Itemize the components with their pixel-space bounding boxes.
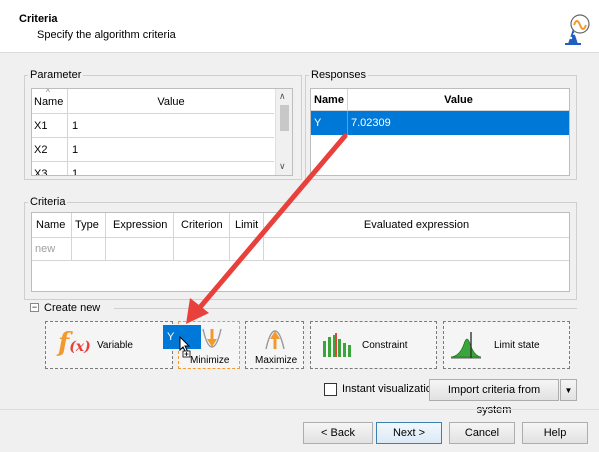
page-title: Criteria [19,13,58,25]
column-divider [67,162,68,175]
parameter-group-label: Parameter [28,69,84,81]
wizard-header: Criteria Specify the algorithm criteria [0,0,599,53]
new-row-placeholder: new [35,243,56,255]
maximize-icon [265,330,285,350]
chevron-down-icon: ▼ [564,386,573,395]
cursor-icon [179,336,191,358]
minimize-label: Minimize [190,355,230,366]
param-value-cell[interactable]: 1 [72,168,78,175]
maximize-tile[interactable]: Maximize [245,321,304,369]
create-new-label: Create new [44,302,101,314]
param-value-cell[interactable]: 1 [72,144,78,156]
limit-state-icon [450,332,482,359]
param-value-cell[interactable]: 1 [72,120,78,132]
instant-visualization-label: Instant visualization [342,383,438,395]
column-header-name[interactable]: Name [36,219,65,231]
param-name-cell: X3 [34,168,48,176]
responses-table[interactable]: Name Value Y 7.02309 [310,88,570,176]
limit-state-tile[interactable]: Limit state [443,321,570,369]
column-header-evaluated-expression[interactable]: Evaluated expression [264,219,569,231]
column-divider [67,114,68,138]
constraint-icon [323,333,351,357]
param-name-cell: X2 [34,144,48,156]
scroll-up-icon[interactable]: ∧ [279,91,286,102]
table-row[interactable]: X2 1 [32,137,274,162]
column-divider [347,111,348,135]
responses-table-header: Name Value [311,89,569,111]
collapse-toggle[interactable]: − [30,303,39,312]
import-dropdown-button[interactable]: ▼ [560,379,577,401]
column-divider [67,138,68,162]
back-button[interactable]: < Back [303,422,373,444]
criteria-table[interactable]: Name Type Expression Criterion Limit Eva… [31,212,570,292]
response-name-cell: Y [314,117,322,129]
column-header-expression[interactable]: Expression [113,219,167,231]
minimize-icon [202,328,222,348]
scroll-down-icon[interactable]: ∨ [279,161,286,172]
parameter-table[interactable]: ^ Name Value X1 1 X2 1 X3 1 ∧ ∨ [31,88,293,176]
table-row[interactable]: X3 1 [32,161,274,176]
function-icon: f(x) [58,328,91,358]
param-name-cell: X1 [34,120,48,132]
wizard-logo-icon [565,14,590,45]
limit-state-label: Limit state [494,340,540,351]
constraint-label: Constraint [362,340,408,351]
column-header-name[interactable]: Name [314,94,344,106]
page-subtitle: Specify the algorithm criteria [37,29,176,41]
instant-visualization-checkbox[interactable] [324,383,337,396]
column-header-limit[interactable]: Limit [235,219,258,231]
criteria-table-header: Name Type Expression Criterion Limit Eva… [32,213,569,261]
column-header-value[interactable]: Value [68,96,274,108]
column-header-name[interactable]: Name [34,96,63,108]
parameter-scrollbar[interactable]: ∧ ∨ [275,89,292,175]
constraint-tile[interactable]: Constraint [310,321,437,369]
table-row-selected[interactable]: Y 7.02309 [311,111,569,135]
criteria-group-label: Criteria [28,196,68,208]
responses-group-label: Responses [309,69,369,81]
table-row[interactable]: X1 1 [32,113,274,138]
cancel-button[interactable]: Cancel [449,422,515,444]
column-header-type[interactable]: Type [75,219,99,231]
column-header-value[interactable]: Value [348,94,569,106]
scrollbar-thumb[interactable] [280,105,289,131]
import-criteria-button[interactable]: Import criteria from system [429,379,559,416]
help-button[interactable]: Help [522,422,588,444]
divider [114,308,577,309]
variable-tile[interactable]: f(x) Variable [45,321,173,369]
column-header-criterion[interactable]: Criterion [181,219,223,231]
table-row-new[interactable]: new [32,237,569,261]
footer-divider [0,409,599,410]
response-value-cell: 7.02309 [351,117,391,129]
maximize-label: Maximize [255,355,298,366]
parameter-table-header: ^ Name Value [32,89,275,113]
variable-label: Variable [97,340,133,351]
next-button[interactable]: Next > [376,422,442,444]
